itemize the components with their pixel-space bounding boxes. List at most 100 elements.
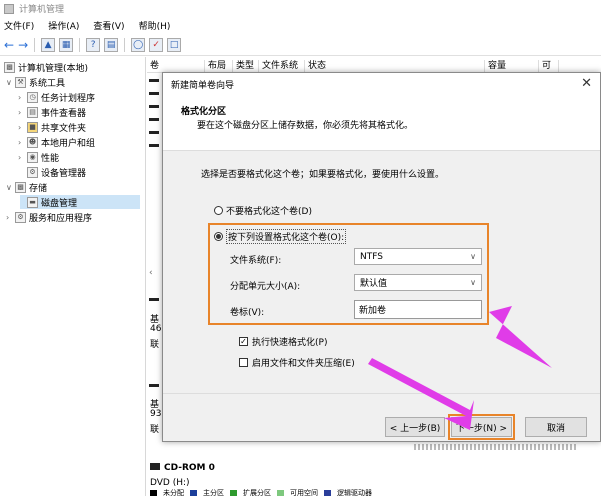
disk-icon: ▬ xyxy=(27,196,38,208)
tree-item-root[interactable]: ▩ 计算机管理(本地) xyxy=(4,60,88,74)
wizard-header: 格式化分区 要在这个磁盘分区上储存数据，你必须先将其格式化。 xyxy=(163,95,600,151)
chevron-down-icon: ∨ xyxy=(470,252,476,261)
checkbox-checked[interactable]: ✓ xyxy=(239,337,248,346)
computer-management-icon xyxy=(4,3,14,14)
up-folder-icon[interactable]: ▲ xyxy=(41,37,56,52)
tree-item-task-scheduler[interactable]: › ◷ 任务计划程序 xyxy=(18,90,95,104)
back-arrow-icon[interactable]: ← xyxy=(4,38,14,52)
legend-label: 未分配 xyxy=(163,489,184,497)
checkbox-label: 执行快速格式化(P) xyxy=(252,338,328,348)
show-tree-icon[interactable]: ▦ xyxy=(59,37,74,52)
legend-swatch xyxy=(190,490,197,496)
connect-icon[interactable]: ◯ xyxy=(131,37,146,52)
partition-bar xyxy=(414,444,578,450)
volume-row-icon[interactable] xyxy=(149,118,159,121)
quick-format-checkbox[interactable]: ✓ 执行快速格式化(P) xyxy=(239,335,327,348)
tree-label: 存储 xyxy=(29,183,48,194)
volume-row-icon[interactable] xyxy=(149,105,159,108)
volume-label-input[interactable]: 新加卷 xyxy=(354,300,482,319)
checkbox-unchecked[interactable] xyxy=(239,358,248,367)
disk-status: 联 xyxy=(150,340,160,350)
volume-label-value: 新加卷 xyxy=(359,306,387,316)
legend-label: 逻辑驱动器 xyxy=(337,489,372,497)
cdrom-icon xyxy=(150,463,160,470)
chevron-right-icon[interactable]: › xyxy=(6,213,15,222)
legend-swatch xyxy=(150,490,157,496)
tree-item-disk-management[interactable]: ▬ 磁盘管理 xyxy=(20,195,140,209)
legend-swatch xyxy=(230,490,237,496)
tree-item-performance[interactable]: › ◉ 性能 xyxy=(18,150,59,164)
toolbar-separator xyxy=(124,37,126,52)
tree-item-services-apps[interactable]: › ⚙ 服务和应用程序 xyxy=(6,210,92,224)
radio-no-format[interactable]: 不要格式化这个卷(D) xyxy=(214,204,312,217)
volume-row-icon[interactable] xyxy=(149,144,159,147)
shared-folder-icon: ■ xyxy=(27,121,38,133)
close-icon[interactable]: ✕ xyxy=(581,76,592,91)
chevron-right-icon[interactable]: › xyxy=(18,123,27,132)
help-icon[interactable]: ? xyxy=(86,37,101,52)
refresh-icon[interactable]: □ xyxy=(167,37,182,52)
chevron-right-icon[interactable]: › xyxy=(18,93,27,102)
chevron-down-icon[interactable]: ∨ xyxy=(6,78,15,87)
legend-swatch xyxy=(277,490,284,496)
filesystem-value: NTFS xyxy=(360,251,383,262)
forward-arrow-icon[interactable]: → xyxy=(18,38,28,52)
back-button[interactable]: < 上一步(B) xyxy=(385,417,445,437)
chevron-right-icon[interactable]: › xyxy=(18,108,27,117)
volume-row-icon[interactable] xyxy=(149,79,159,82)
new-simple-volume-wizard: 新建简单卷向导 ✕ 格式化分区 要在这个磁盘分区上储存数据，你必须先将其格式化。… xyxy=(162,72,601,442)
navigation-tree: ▩ 计算机管理(本地) ∨ ⚒ 系统工具 › ◷ 任务计划程序 › ▤ 事件查看… xyxy=(0,57,146,496)
volume-row-icon[interactable] xyxy=(149,92,159,95)
tree-item-event-viewer[interactable]: › ▤ 事件查看器 xyxy=(18,105,86,119)
partition-legend: 未分配 主分区 扩展分区 可用空间 逻辑驱动器 xyxy=(150,489,600,497)
check-icon[interactable]: ✓ xyxy=(149,37,164,52)
tree-item-system-tools[interactable]: ∨ ⚒ 系统工具 xyxy=(6,75,65,89)
checkbox-label: 启用文件和文件夹压缩(E) xyxy=(252,359,355,369)
menu-file[interactable]: 文件(F) xyxy=(4,19,34,32)
cdrom-label: CD-ROM 0 xyxy=(150,463,215,473)
menu-help[interactable]: 帮助(H) xyxy=(139,19,171,32)
tree-item-shared-folders[interactable]: › ■ 共享文件夹 xyxy=(18,120,86,134)
legend-label: 主分区 xyxy=(203,489,224,497)
dvd-label: DVD (H:) xyxy=(150,478,190,488)
tree-label: 性能 xyxy=(41,153,60,164)
radio-button[interactable] xyxy=(214,206,223,215)
performance-icon: ◉ xyxy=(27,151,38,163)
chevron-right-icon[interactable]: › xyxy=(18,153,27,162)
menu-bar: 文件(F) 操作(A) 查看(V) 帮助(H) xyxy=(0,17,601,34)
scroll-left-icon[interactable]: ‹ xyxy=(149,268,153,278)
users-icon: ☻ xyxy=(27,136,38,148)
cancel-button[interactable]: 取消 xyxy=(525,417,587,437)
event-log-icon: ▤ xyxy=(27,106,38,118)
tree-label: 本地用户和组 xyxy=(41,138,96,149)
filesystem-label: 文件系统(F): xyxy=(230,256,282,266)
window-title: 计算机管理 xyxy=(19,5,65,15)
filesystem-select[interactable]: NTFS ∨ xyxy=(354,248,482,265)
disk-status: 联 xyxy=(150,425,160,435)
legend-swatch xyxy=(324,490,331,496)
radio-button-selected[interactable] xyxy=(214,232,223,241)
tree-label: 设备管理器 xyxy=(41,168,87,179)
storage-icon: ▩ xyxy=(15,181,26,193)
properties-icon[interactable]: ▤ xyxy=(104,37,119,52)
toolbar-separator xyxy=(34,37,36,52)
tree-label: 计算机管理(本地) xyxy=(18,63,89,74)
radio-format[interactable]: 按下列设置格式化这个卷(O): xyxy=(214,229,347,244)
compression-checkbox[interactable]: 启用文件和文件夹压缩(E) xyxy=(239,356,355,369)
wizard-prompt: 选择是否要格式化这个卷；如果要格式化，要使用什么设置。 xyxy=(201,170,445,180)
next-button-highlight xyxy=(448,414,515,440)
tree-item-device-manager[interactable]: ⚙ 设备管理器 xyxy=(27,165,86,179)
wizard-step-title: 格式化分区 xyxy=(181,107,227,117)
chevron-down-icon[interactable]: ∨ xyxy=(6,183,15,192)
volume-label-label: 卷标(V): xyxy=(230,308,265,318)
tree-item-local-users[interactable]: › ☻ 本地用户和组 xyxy=(18,135,95,149)
tree-item-storage[interactable]: ∨ ▩ 存储 xyxy=(6,180,47,194)
computer-icon: ▩ xyxy=(4,61,15,73)
chevron-right-icon[interactable]: › xyxy=(18,138,27,147)
menu-view[interactable]: 查看(V) xyxy=(93,19,124,32)
volume-row-icon[interactable] xyxy=(149,131,159,134)
wizard-step-description: 要在这个磁盘分区上储存数据，你必须先将其格式化。 xyxy=(197,121,414,131)
allocation-unit-select[interactable]: 默认值 ∨ xyxy=(354,274,482,291)
menu-action[interactable]: 操作(A) xyxy=(48,19,79,32)
radio-label: 按下列设置格式化这个卷(O): xyxy=(226,229,347,244)
